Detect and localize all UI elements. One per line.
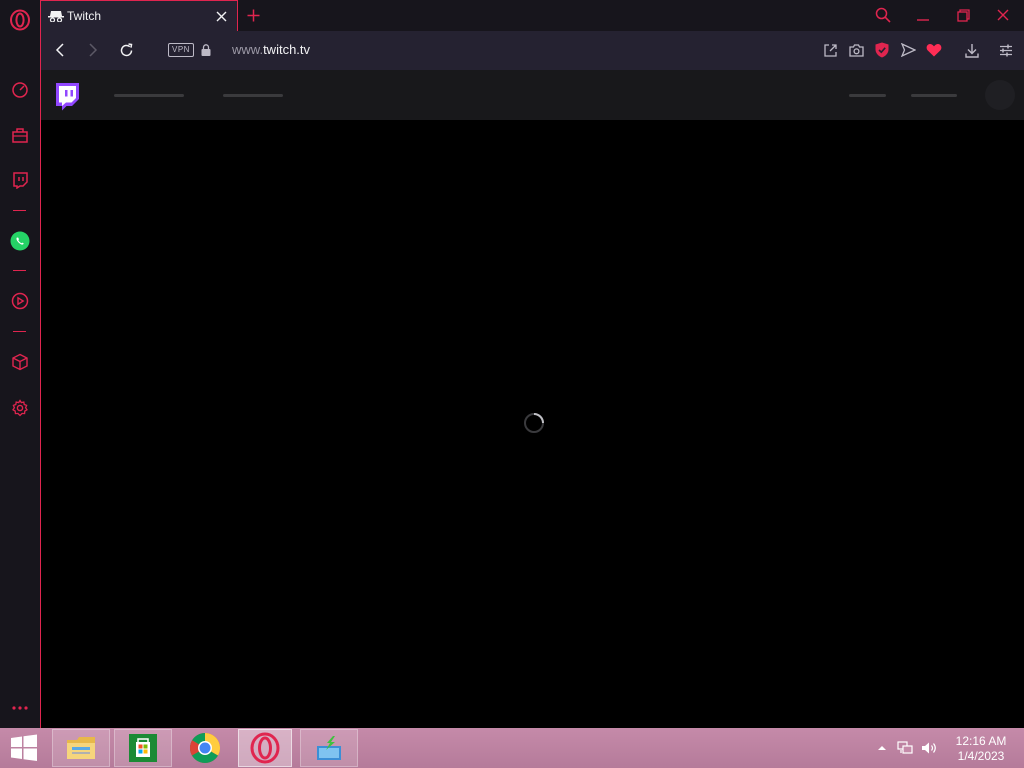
sidebar-more-button[interactable] <box>8 696 32 720</box>
sidebar-item-extensions[interactable] <box>8 350 32 374</box>
taskbar-opera[interactable] <box>238 729 292 767</box>
chrome-icon <box>189 733 221 764</box>
nav-placeholder <box>911 94 957 97</box>
site-security-button[interactable] <box>197 39 215 61</box>
network-icon <box>897 741 913 754</box>
vpn-badge[interactable]: VPN <box>168 43 194 57</box>
opera-icon <box>250 732 280 764</box>
close-icon <box>997 9 1009 21</box>
taskbar-clock[interactable]: 12:16 AM 1/4/2023 <box>946 734 1016 764</box>
clock-time: 12:16 AM <box>955 734 1007 748</box>
player-icon <box>11 292 29 310</box>
close-icon <box>216 11 226 21</box>
twitch-icon <box>13 172 28 189</box>
share-button[interactable] <box>819 39 841 61</box>
search-icon <box>875 7 891 23</box>
close-window-button[interactable] <box>990 3 1016 27</box>
settings-icon <box>12 399 28 417</box>
opera-sidebar <box>0 0 40 728</box>
reload-button[interactable] <box>115 39 137 61</box>
sidebar-separator <box>13 210 26 211</box>
tab-twitch[interactable]: Twitch <box>40 0 238 31</box>
forward-icon <box>89 43 98 57</box>
opera-logo-icon <box>10 9 30 31</box>
network-button[interactable] <box>897 740 913 756</box>
sidebar-item-twitch[interactable] <box>8 168 32 192</box>
show-hidden-icons-button[interactable] <box>874 740 890 756</box>
file-explorer-icon <box>67 737 95 759</box>
twitch-logo[interactable] <box>54 83 79 116</box>
download-icon <box>965 43 979 58</box>
bookmark-button[interactable] <box>923 39 945 61</box>
private-mode-icon <box>48 9 64 23</box>
more-dots-icon <box>12 706 28 710</box>
sliders-icon <box>1000 44 1012 56</box>
twitch-top-nav <box>41 70 1024 120</box>
snapshot-button[interactable] <box>845 39 867 61</box>
downloads-button[interactable] <box>961 39 983 61</box>
back-button[interactable] <box>49 39 71 61</box>
taskbar-store[interactable] <box>114 729 172 767</box>
share-icon <box>823 43 837 57</box>
send-icon <box>900 43 916 57</box>
adblock-button[interactable] <box>871 39 893 61</box>
windows-taskbar: 12:16 AM 1/4/2023 <box>0 728 1024 768</box>
sidebar-item-shopping[interactable] <box>8 123 32 147</box>
speed-dial-icon <box>12 82 28 98</box>
camera-icon <box>848 43 864 57</box>
nav-placeholder <box>223 94 283 97</box>
clock-date: 1/4/2023 <box>957 749 1005 763</box>
cube-icon <box>12 353 28 371</box>
windows-logo-icon <box>11 734 37 761</box>
url-prefix: www. <box>232 42 264 57</box>
tab-search-button[interactable] <box>870 3 896 27</box>
minimize-button[interactable] <box>910 3 936 27</box>
reload-icon <box>120 42 132 56</box>
taskbar-installer[interactable] <box>300 729 358 767</box>
twitch-logo-icon <box>56 83 79 111</box>
shopping-bag-icon <box>12 128 28 143</box>
tab-strip: Twitch <box>40 0 1024 31</box>
url-host: twitch.tv <box>263 42 311 57</box>
sidebar-item-whatsapp[interactable] <box>8 229 32 253</box>
installer-icon <box>317 736 341 760</box>
whatsapp-icon <box>10 231 30 251</box>
store-icon <box>129 734 157 762</box>
start-button[interactable] <box>0 729 48 767</box>
nav-placeholder <box>849 94 886 97</box>
opera-menu-button[interactable] <box>8 8 32 32</box>
plus-icon <box>247 9 259 21</box>
minimize-icon <box>917 19 929 21</box>
forward-button[interactable] <box>82 39 104 61</box>
sidebar-item-settings[interactable] <box>8 396 32 420</box>
restore-icon <box>956 8 970 22</box>
restore-button[interactable] <box>950 3 976 27</box>
taskbar-chrome[interactable] <box>176 729 234 767</box>
tab-title: Twitch <box>67 9 102 23</box>
heart-icon <box>926 43 942 57</box>
address-field[interactable]: www.twitch.tv <box>232 42 310 57</box>
sidebar-separator <box>13 331 26 332</box>
browser-window: Twitch VPN www.twitch.tv 12:16 AM 1/4/20… <box>0 0 1024 768</box>
send-button[interactable] <box>897 39 919 61</box>
web-content <box>40 70 1024 728</box>
lock-icon <box>201 44 211 56</box>
volume-button[interactable] <box>921 740 937 756</box>
avatar[interactable] <box>985 80 1015 110</box>
address-toolbar: VPN www.twitch.tv <box>40 31 1024 70</box>
speaker-icon <box>922 742 936 754</box>
easy-setup-button[interactable] <box>995 39 1017 61</box>
new-tab-button[interactable] <box>242 4 264 26</box>
sidebar-item-speed-dial[interactable] <box>8 78 32 102</box>
back-icon <box>55 43 64 57</box>
loading-spinner <box>524 413 544 433</box>
taskbar-file-explorer[interactable] <box>52 729 110 767</box>
chevron-up-icon <box>878 746 886 750</box>
nav-placeholder <box>114 94 184 97</box>
sidebar-separator <box>13 270 26 271</box>
shield-icon <box>875 42 889 58</box>
close-tab-button[interactable] <box>209 4 233 28</box>
sidebar-item-player[interactable] <box>8 289 32 313</box>
